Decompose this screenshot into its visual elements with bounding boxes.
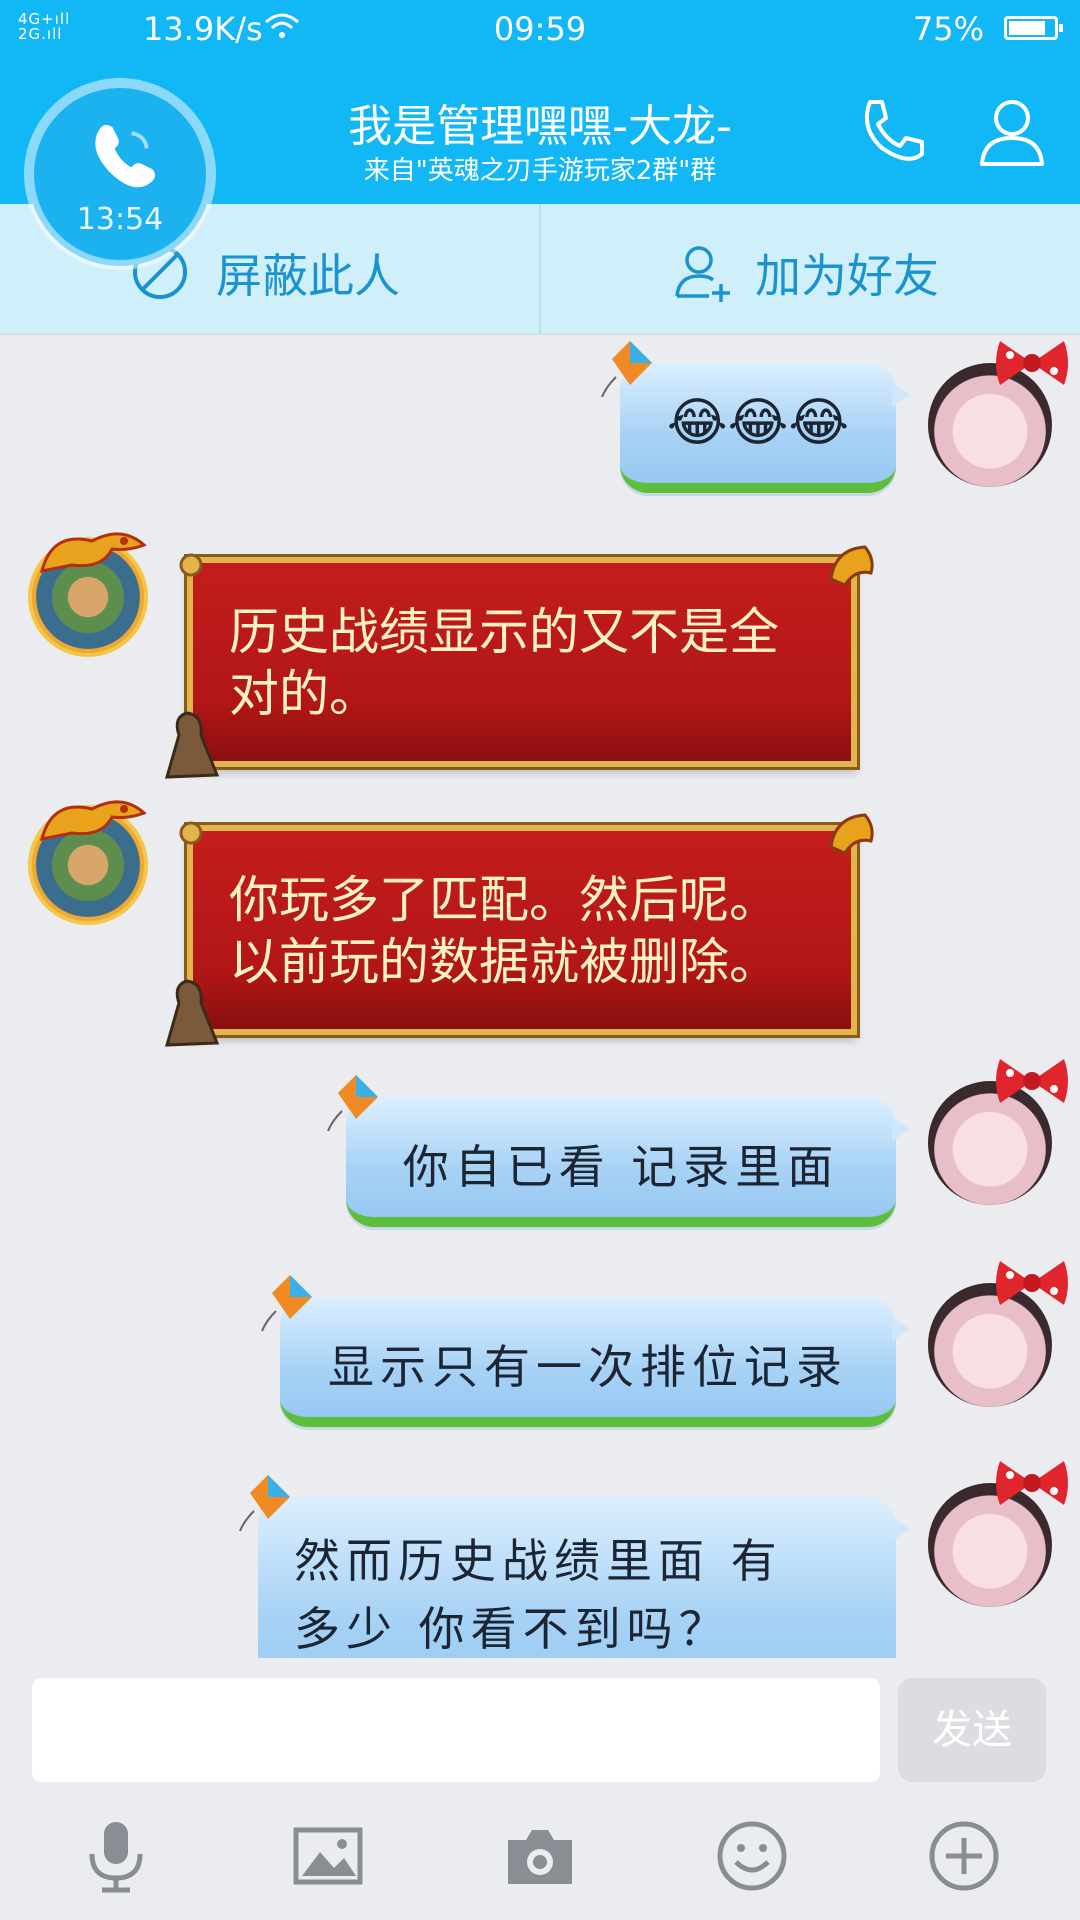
dragon-head-icon <box>829 813 874 855</box>
message-bubble[interactable]: 😂😂😂 <box>601 341 910 493</box>
sender-avatar[interactable] <box>22 521 152 657</box>
photo-button[interactable] <box>288 1816 368 1896</box>
warrior-icon <box>164 711 220 779</box>
bow-icon <box>996 341 1068 385</box>
microphone-icon <box>89 1822 143 1893</box>
self-avatar[interactable] <box>928 1261 1068 1415</box>
kite-icon <box>239 1475 290 1532</box>
warrior-icon <box>164 979 220 1047</box>
message-text: 显示只有一次排位记录 <box>328 1340 848 1394</box>
message-text: 😂😂😂 <box>666 393 850 453</box>
battery-percent: 75% <box>912 10 984 48</box>
input-toolbar <box>0 1792 1080 1920</box>
voice-button[interactable] <box>76 1816 156 1896</box>
dragon-icon <box>39 800 147 841</box>
emoji-icon <box>717 1821 787 1891</box>
dragon-head-icon <box>829 545 874 587</box>
ornament-icon <box>179 821 203 845</box>
block-user-label: 屏蔽此人 <box>216 249 400 303</box>
camera-icon <box>508 1830 572 1884</box>
phone-icon <box>865 100 924 161</box>
add-friend-button[interactable]: 加为好友 <box>541 204 1080 334</box>
self-avatar[interactable] <box>928 1461 1068 1615</box>
bow-icon <box>996 1261 1068 1305</box>
ornament-icon <box>179 553 203 577</box>
kite-icon <box>327 1075 378 1132</box>
battery-icon <box>1004 16 1063 40</box>
message-input[interactable] <box>32 1678 880 1782</box>
message-text: 历史战绩显示的又不是全对的。 <box>229 603 779 723</box>
bow-icon <box>996 1059 1068 1103</box>
bow-icon <box>996 1461 1068 1505</box>
profile-button[interactable] <box>972 92 1052 172</box>
message-bubble[interactable]: 历史战绩显示的又不是全对的。 <box>164 545 874 779</box>
send-button[interactable]: 发送 <box>898 1678 1046 1782</box>
dragon-icon <box>39 532 147 573</box>
message-bubble[interactable]: 显示只有一次排位记录 <box>261 1275 910 1427</box>
self-avatar[interactable] <box>928 341 1068 495</box>
phone-icon <box>95 125 155 188</box>
camera-button[interactable] <box>500 1816 580 1896</box>
add-user-icon <box>675 246 730 302</box>
message-list[interactable]: 😂😂😂 历史战绩显示的又不是全对的。 你玩多了匹配。然后呢。以前玩的数据就被删除… <box>0 335 1080 1658</box>
user-icon <box>980 100 1044 166</box>
call-timer: 13:54 <box>76 202 164 237</box>
message-text: 你玩多了匹配。然后呢。以前玩的数据就被删除。 <box>229 871 779 991</box>
emoji-button[interactable] <box>712 1816 792 1896</box>
ongoing-call-bubble[interactable]: 13:54 <box>28 82 212 266</box>
call-button[interactable] <box>852 92 932 172</box>
image-icon <box>293 1827 363 1885</box>
message-bubble[interactable]: 你自已看 记录里面 <box>327 1075 910 1227</box>
message-bubble[interactable]: 你玩多了匹配。然后呢。以前玩的数据就被删除。 <box>164 813 874 1047</box>
sender-avatar[interactable] <box>22 789 152 925</box>
plus-icon <box>929 1821 999 1891</box>
message-text: 你自已看 记录里面 <box>402 1140 840 1194</box>
message-text: 然而历史战绩里面 有多少 你看不到吗？ <box>294 1534 783 1656</box>
add-friend-label: 加为好友 <box>755 249 939 303</box>
more-button[interactable] <box>924 1816 1004 1896</box>
kite-icon <box>261 1275 312 1332</box>
status-bar: 4G+ıll 2G.ıll 13.9K/s 09:59 75% <box>0 0 1080 56</box>
message-bubble[interactable]: 然而历史战绩里面 有多少 你看不到吗？ <box>239 1475 910 1658</box>
self-avatar[interactable] <box>928 1059 1068 1213</box>
kite-icon <box>601 341 652 398</box>
composer: 发送 <box>0 1658 1080 1782</box>
